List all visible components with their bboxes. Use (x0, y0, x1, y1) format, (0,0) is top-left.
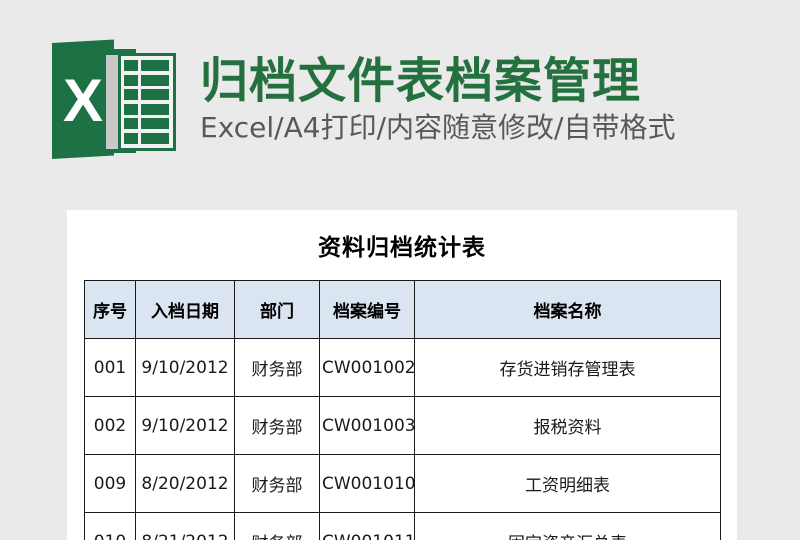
excel-logo-panel (52, 40, 114, 159)
banner-text-block: 归档文件表档案管理 Excel/A4打印/内容随意修改/自带格式 (200, 56, 675, 144)
page-banner: X 归档文件表档案管理 Excel/A4打印/内容随意修改/自带格式 (0, 0, 800, 200)
excel-logo-icon: X (52, 41, 184, 159)
cell-code: CW001010 (320, 455, 415, 513)
cell-date: 9/10/2012 (136, 339, 235, 397)
cell-code: CW001003 (320, 397, 415, 455)
cell-seq: 001 (85, 339, 136, 397)
table-row: 010 8/21/2012 财务部 CW001011 固定资产汇总表 (85, 513, 721, 540)
column-header-code: 档案编号 (320, 281, 415, 339)
excel-logo-grid (118, 53, 176, 151)
cell-seq: 009 (85, 455, 136, 513)
column-header-name: 档案名称 (415, 281, 721, 339)
excel-logo-shadow (106, 55, 118, 149)
page-title: 归档文件表档案管理 (200, 56, 675, 108)
cell-dept: 财务部 (235, 513, 320, 540)
column-header-date: 入档日期 (136, 281, 235, 339)
document-preview-card: 资料归档统计表 序号 入档日期 部门 档案编号 档案名称 001 9/10/20… (67, 210, 737, 540)
cell-dept: 财务部 (235, 339, 320, 397)
table-row: 009 8/20/2012 财务部 CW001010 工资明细表 (85, 455, 721, 513)
cell-seq: 002 (85, 397, 136, 455)
cell-date: 9/10/2012 (136, 397, 235, 455)
cell-dept: 财务部 (235, 397, 320, 455)
table-header-row: 序号 入档日期 部门 档案编号 档案名称 (85, 281, 721, 339)
column-header-seq: 序号 (85, 281, 136, 339)
cell-date: 8/20/2012 (136, 455, 235, 513)
cell-code: CW001002 (320, 339, 415, 397)
archive-table: 序号 入档日期 部门 档案编号 档案名称 001 9/10/2012 财务部 C… (84, 280, 721, 540)
cell-name: 报税资料 (415, 397, 721, 455)
cell-code: CW001011 (320, 513, 415, 540)
table-row: 002 9/10/2012 财务部 CW001003 报税资料 (85, 397, 721, 455)
cell-name: 工资明细表 (415, 455, 721, 513)
sheet-title: 资料归档统计表 (67, 228, 737, 262)
table-header: 序号 入档日期 部门 档案编号 档案名称 (85, 281, 721, 339)
table-container: 序号 入档日期 部门 档案编号 档案名称 001 9/10/2012 财务部 C… (84, 280, 720, 540)
table-row: 001 9/10/2012 财务部 CW001002 存货进销存管理表 (85, 339, 721, 397)
page-subtitle: Excel/A4打印/内容随意修改/自带格式 (200, 112, 675, 144)
table-body: 001 9/10/2012 财务部 CW001002 存货进销存管理表 002 … (85, 339, 721, 540)
cell-seq: 010 (85, 513, 136, 540)
cell-name: 存货进销存管理表 (415, 339, 721, 397)
cell-dept: 财务部 (235, 455, 320, 513)
cell-name: 固定资产汇总表 (415, 513, 721, 540)
column-header-dept: 部门 (235, 281, 320, 339)
cell-date: 8/21/2012 (136, 513, 235, 540)
